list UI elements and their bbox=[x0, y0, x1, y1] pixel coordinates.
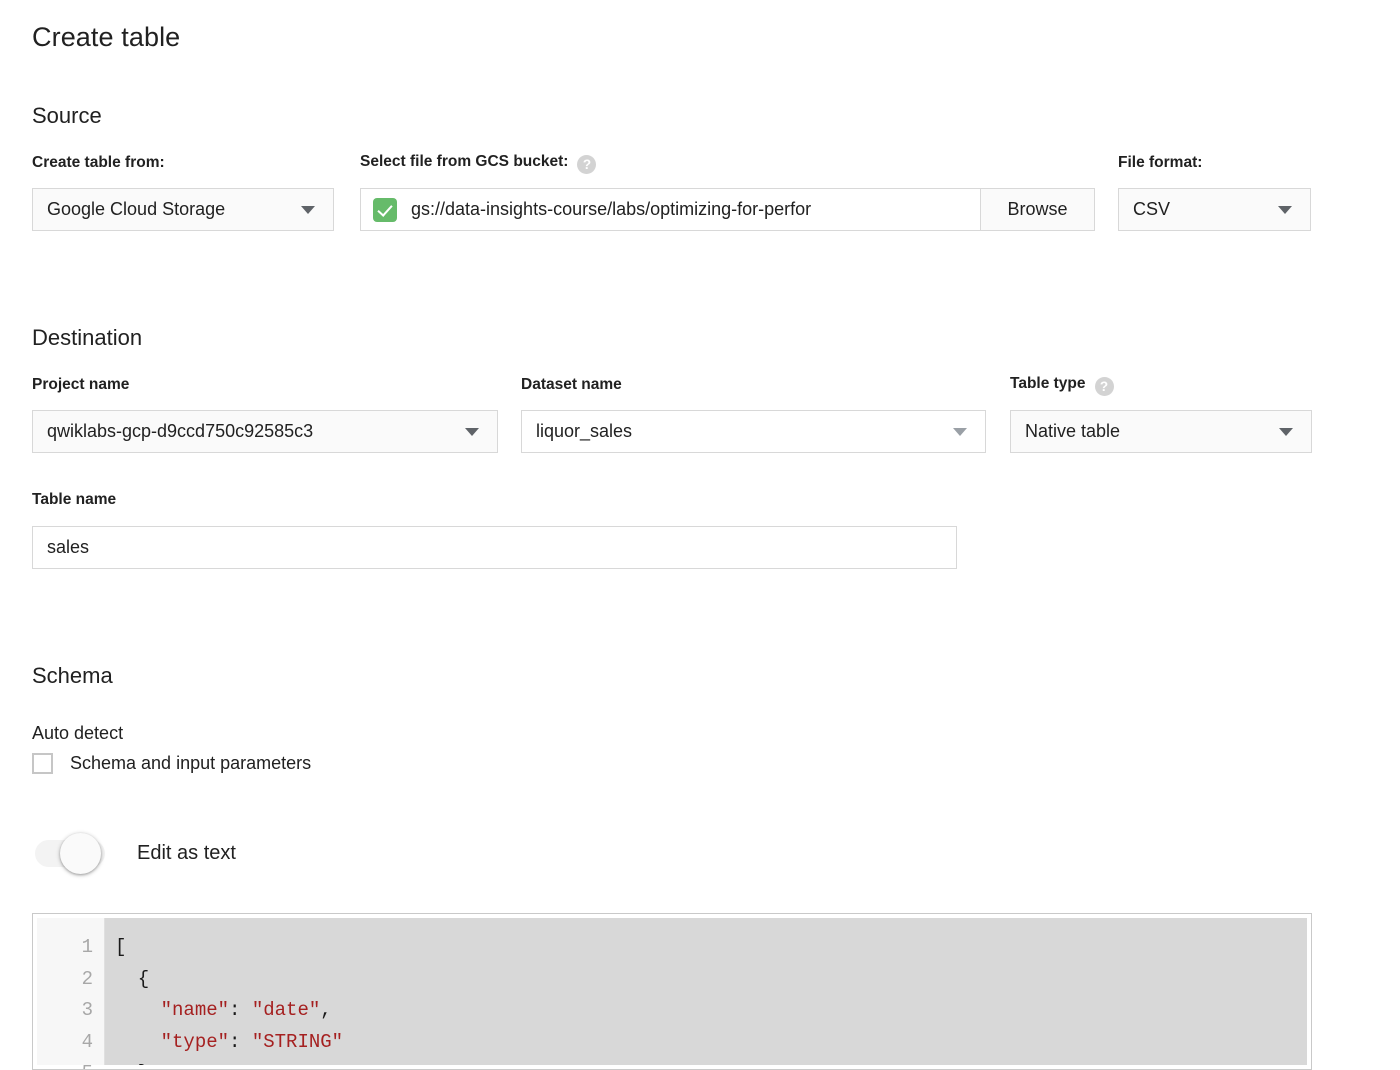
editor-code-area[interactable]: [ { "name": "date", "type": "STRING" } bbox=[105, 918, 1307, 1065]
chevron-down-icon bbox=[1279, 427, 1293, 436]
dataset-name-value: liquor_sales bbox=[536, 421, 633, 441]
schema-autodetect-checkbox-row[interactable]: Schema and input parameters bbox=[32, 753, 311, 774]
editor-code-line: "name": "date", bbox=[115, 995, 1307, 1027]
table-type-select[interactable]: Native table bbox=[1010, 410, 1312, 453]
json-punctuation-token: } bbox=[115, 1062, 149, 1065]
section-heading-source: Source bbox=[32, 103, 102, 128]
table-name-input[interactable]: sales bbox=[32, 526, 957, 569]
json-string-token: "type" bbox=[160, 1030, 230, 1053]
chevron-down-icon bbox=[465, 427, 479, 436]
label-table-type-text: Table type bbox=[1010, 375, 1086, 392]
checkbox-label: Schema and input parameters bbox=[70, 753, 312, 773]
label-project-name: Project name bbox=[32, 376, 130, 393]
json-string-token: "date" bbox=[251, 999, 321, 1021]
json-punctuation-token bbox=[115, 999, 161, 1021]
editor-line-number: 2 bbox=[81, 967, 93, 990]
edit-as-text-toggle[interactable] bbox=[35, 833, 105, 874]
edit-as-text-label: Edit as text bbox=[137, 842, 236, 864]
label-table-name: Table name bbox=[32, 491, 117, 508]
label-auto-detect: Auto detect bbox=[32, 723, 124, 743]
editor-line-numbers: 1 2 3 4 5 bbox=[37, 918, 105, 1069]
chevron-down-icon bbox=[301, 205, 315, 214]
create-table-from-value: Google Cloud Storage bbox=[47, 199, 226, 219]
json-punctuation-token: , bbox=[320, 999, 332, 1021]
table-name-value: sales bbox=[47, 537, 90, 557]
green-check-icon bbox=[373, 197, 397, 222]
create-table-from-select[interactable]: Google Cloud Storage bbox=[32, 188, 334, 231]
file-format-value: CSV bbox=[1133, 199, 1171, 219]
editor-code-line: [ bbox=[115, 932, 1307, 964]
schema-json-editor[interactable]: 1 2 3 4 5 [ { "name": "date", "type": "STRIN… bbox=[32, 913, 1312, 1070]
edit-as-text-toggle-row[interactable]: Edit as text bbox=[35, 833, 236, 874]
json-punctuation-token bbox=[115, 1031, 161, 1053]
label-create-table-from: Create table from: bbox=[32, 154, 165, 171]
dataset-name-select[interactable]: liquor_sales bbox=[521, 410, 986, 453]
help-icon[interactable]: ? bbox=[1094, 377, 1114, 396]
chevron-down-icon bbox=[1278, 205, 1292, 214]
browse-button[interactable]: Browse bbox=[981, 188, 1095, 231]
json-punctuation-token: { bbox=[115, 967, 150, 990]
json-punctuation-token: [ bbox=[115, 936, 127, 958]
section-heading-destination: Destination bbox=[32, 325, 143, 350]
checkbox-icon[interactable] bbox=[32, 753, 53, 774]
chevron-down-icon bbox=[953, 427, 967, 436]
project-name-select[interactable]: qwiklabs-gcp-d9ccd750c92585c3 bbox=[32, 410, 498, 453]
label-select-file-from-gcs-text: Select file from GCS bucket: bbox=[360, 153, 569, 170]
label-table-type: Table type? bbox=[1010, 375, 1114, 396]
editor-code-line: { bbox=[115, 964, 1307, 996]
label-select-file-from-gcs: Select file from GCS bucket:? bbox=[360, 153, 597, 174]
editor-code-line: "type": "STRING" bbox=[115, 1027, 1307, 1059]
json-string-token: "name" bbox=[160, 999, 230, 1021]
editor-line-number: 4 bbox=[81, 1030, 93, 1053]
gcs-file-input[interactable]: gs://data-insights-course/labs/optimizin… bbox=[360, 188, 981, 231]
editor-code-line: } bbox=[115, 1058, 1307, 1065]
json-punctuation-token: : bbox=[229, 999, 252, 1021]
page-title: Create table bbox=[32, 22, 181, 52]
help-icon[interactable]: ? bbox=[577, 155, 597, 174]
section-heading-schema: Schema bbox=[32, 663, 113, 688]
json-string-token: "STRING" bbox=[251, 1030, 344, 1053]
gcs-file-row: gs://data-insights-course/labs/optimizin… bbox=[360, 188, 1095, 231]
label-dataset-name: Dataset name bbox=[521, 376, 622, 393]
gcs-file-value: gs://data-insights-course/labs/optimizin… bbox=[411, 199, 812, 219]
editor-line-number: 3 bbox=[81, 999, 93, 1021]
create-table-page: Create table Source Create table from: G… bbox=[0, 0, 1400, 1070]
editor-line-number: 5 bbox=[37, 1058, 93, 1069]
toggle-knob bbox=[60, 833, 101, 874]
table-type-value: Native table bbox=[1025, 421, 1121, 441]
editor-line-number: 1 bbox=[81, 936, 93, 958]
project-name-value: qwiklabs-gcp-d9ccd750c92585c3 bbox=[47, 421, 314, 441]
label-file-format: File format: bbox=[1118, 154, 1203, 171]
json-punctuation-token: : bbox=[229, 1030, 252, 1053]
file-format-select[interactable]: CSV bbox=[1118, 188, 1311, 231]
